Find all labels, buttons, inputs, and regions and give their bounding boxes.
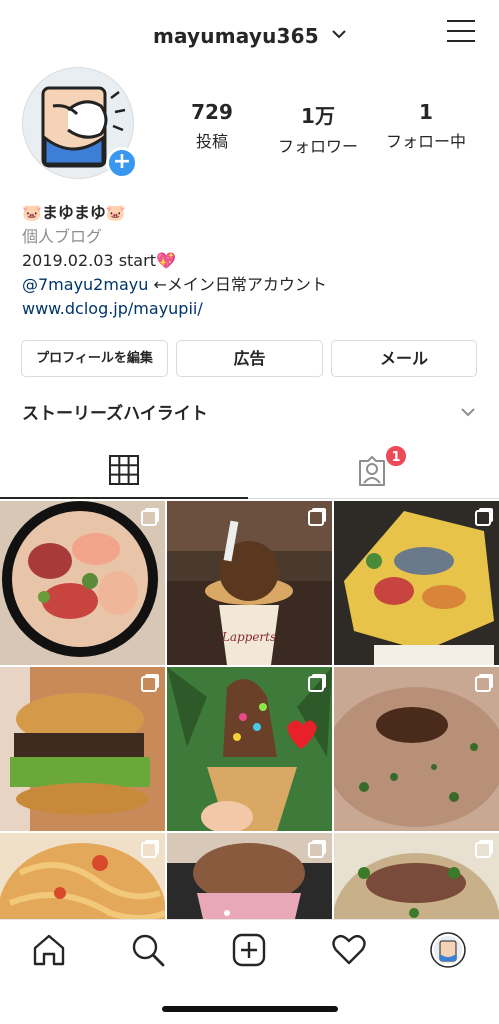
search-icon[interactable] <box>130 932 166 968</box>
multi-photo-icon <box>308 842 324 858</box>
multi-photo-icon <box>141 676 157 692</box>
multi-photo-icon <box>475 676 491 692</box>
posts-grid: Lapperts <box>0 501 499 919</box>
email-button[interactable]: メール <box>331 340 477 377</box>
stat-value: 1万 <box>301 104 335 128</box>
mention-link[interactable]: @7mayu2mayu <box>22 275 148 294</box>
website-link[interactable]: www.dclog.jp/mayupii/ <box>22 297 482 321</box>
story-highlights-label[interactable]: ストーリーズハイライト <box>22 399 208 424</box>
stat-posts[interactable]: 729 投稿 <box>180 100 244 152</box>
stat-followers[interactable]: 1万 フォロワー <box>270 100 366 157</box>
post-thumbnail[interactable] <box>167 667 332 831</box>
chevron-down-icon[interactable] <box>461 402 475 421</box>
multi-photo-icon <box>475 842 491 858</box>
profile-tab-avatar[interactable] <box>430 932 466 968</box>
post-thumbnail[interactable] <box>0 667 165 831</box>
bio-mention-line: @7mayu2mayu ←メイン日常アカウント <box>22 273 482 297</box>
stat-following[interactable]: 1 フォロー中 <box>378 100 474 152</box>
bio-line: 2019.02.03 start💖 <box>22 251 176 270</box>
profile-tabs <box>0 444 499 500</box>
home-icon[interactable] <box>31 932 67 968</box>
post-thumbnail[interactable] <box>0 833 165 919</box>
account-switcher[interactable]: mayumayu365 <box>0 20 499 48</box>
new-post-icon[interactable] <box>231 932 267 968</box>
tagged-icon[interactable] <box>356 455 388 491</box>
profile-category: 個人ブログ <box>22 227 103 246</box>
chevron-down-icon <box>332 20 346 44</box>
post-thumbnail[interactable] <box>334 667 499 831</box>
post-thumbnail[interactable]: Lapperts <box>167 501 332 665</box>
multi-photo-icon <box>141 510 157 526</box>
grid-icon[interactable] <box>109 455 139 489</box>
stat-value: 729 <box>191 100 233 124</box>
post-thumbnail[interactable] <box>0 501 165 665</box>
post-thumbnail[interactable] <box>167 833 332 919</box>
bottom-navigation <box>0 919 499 979</box>
stat-value: 1 <box>419 100 433 124</box>
stat-label: フォロー中 <box>385 132 466 151</box>
username-label: mayumayu365 <box>152 24 319 48</box>
divider <box>248 498 499 499</box>
svg-text:Lapperts: Lapperts <box>221 630 276 644</box>
active-tab-indicator <box>0 497 248 499</box>
mention-suffix: ←メイン日常アカウント <box>148 275 327 294</box>
multi-photo-icon <box>308 676 324 692</box>
stat-label: フォロワー <box>277 137 358 156</box>
stat-label: 投稿 <box>195 132 228 151</box>
multi-photo-icon <box>308 510 324 526</box>
add-story-icon[interactable]: + <box>106 147 138 179</box>
activity-heart-icon[interactable] <box>331 932 367 968</box>
home-indicator <box>162 1006 338 1012</box>
post-thumbnail[interactable] <box>334 501 499 665</box>
multi-photo-icon <box>141 842 157 858</box>
profile-bio: 🐷まゆまゆ🐷 個人ブログ 2019.02.03 start💖 @7mayu2ma… <box>22 201 482 321</box>
multi-photo-icon <box>475 510 491 526</box>
ads-button[interactable]: 広告 <box>176 340 323 377</box>
edit-profile-button[interactable]: プロフィールを編集 <box>21 340 168 377</box>
menu-icon[interactable] <box>447 20 475 44</box>
notification-badge: 1 <box>384 444 408 468</box>
top-bar: mayumayu365 <box>0 0 499 66</box>
display-name: 🐷まゆまゆ🐷 <box>22 203 126 222</box>
profile-avatar[interactable]: + <box>22 67 138 179</box>
post-thumbnail[interactable] <box>334 833 499 919</box>
